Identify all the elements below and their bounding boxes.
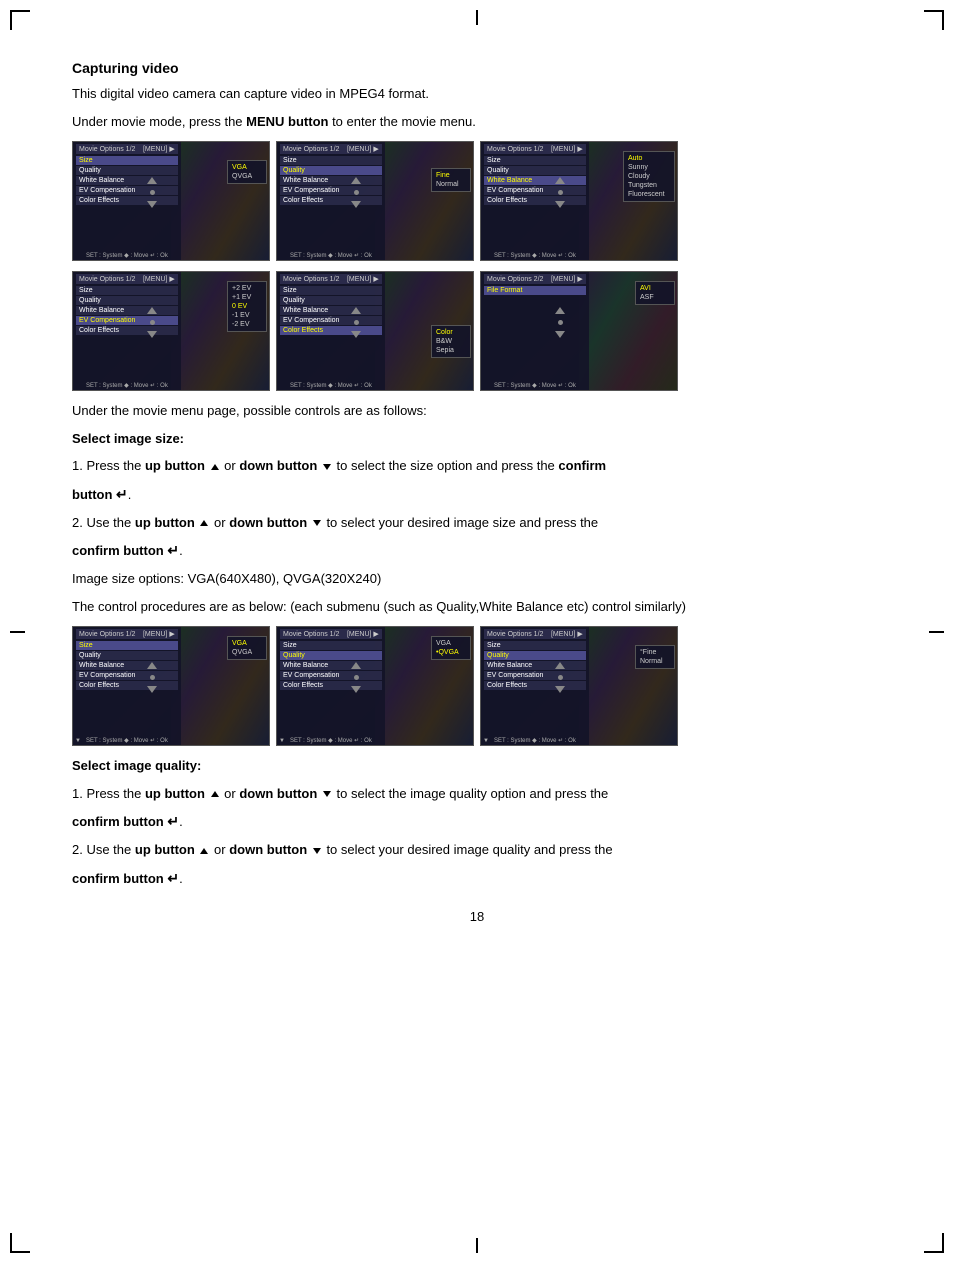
select-quality-label: Select image quality: — [72, 756, 882, 776]
menu-intro: Under movie mode, press the MENU button … — [72, 112, 882, 132]
screen-1-2: Movie Options 1/2 [MENU] ▶ Size Quality … — [276, 141, 474, 261]
page-number: 18 — [72, 909, 882, 924]
screenshot-row-2: Movie Options 1/2 [MENU] ▶ Size Quality … — [72, 271, 882, 391]
quality-step1-confirm: confirm button ↵. — [72, 811, 882, 832]
size-step2-confirm: confirm button ↵. — [72, 540, 882, 561]
menu-intro-end: to enter the movie menu. — [328, 114, 475, 129]
screen-2-1: Movie Options 1/2 [MENU] ▶ Size Quality … — [72, 271, 270, 391]
screen-2-2: Movie Options 1/2 [MENU] ▶ Size Quality … — [276, 271, 474, 391]
screenshot-row-3: Movie Options 1/2 [MENU] ▶ Size Quality … — [72, 626, 882, 746]
select-size-label: Select image size: — [72, 429, 882, 449]
screen-2-3: Movie Options 2/2 [MENU] ▶ File Format S… — [480, 271, 678, 391]
image-size-options: Image size options: VGA(640X480), QVGA(3… — [72, 569, 882, 589]
screen-1-3: Movie Options 1/2 [MENU] ▶ Size Quality … — [480, 141, 678, 261]
size-step1-confirm: button ↵. — [72, 484, 882, 505]
quality-step2-confirm: confirm button ↵. — [72, 868, 882, 889]
screen-3-1: Movie Options 1/2 [MENU] ▶ Size Quality … — [72, 626, 270, 746]
menu-intro-pre: Under movie mode, press the — [72, 114, 246, 129]
intro-text: This digital video camera can capture vi… — [72, 84, 882, 104]
screen-3-3: Movie Options 1/2 [MENU] ▶ Size Quality … — [480, 626, 678, 746]
quality-step1: 1. Press the up button or down button to… — [72, 784, 882, 804]
size-step1: 1. Press the up button or down button to… — [72, 456, 882, 476]
section1-label: Under the movie menu page, possible cont… — [72, 401, 882, 421]
quality-step2: 2. Use the up button or down button to s… — [72, 840, 882, 860]
size-step2: 2. Use the up button or down button to s… — [72, 513, 882, 533]
screenshot-row-1: Movie Options 1/2 [MENU] ▶ Size Quality … — [72, 141, 882, 261]
control-note: The control procedures are as below: (ea… — [72, 597, 882, 617]
screen-1-1: Movie Options 1/2 [MENU] ▶ Size Quality … — [72, 141, 270, 261]
screen-3-2: Movie Options 1/2 [MENU] ▶ Size Quality … — [276, 626, 474, 746]
page-title: Capturing video — [72, 60, 882, 76]
menu-bold: MENU button — [246, 114, 328, 129]
